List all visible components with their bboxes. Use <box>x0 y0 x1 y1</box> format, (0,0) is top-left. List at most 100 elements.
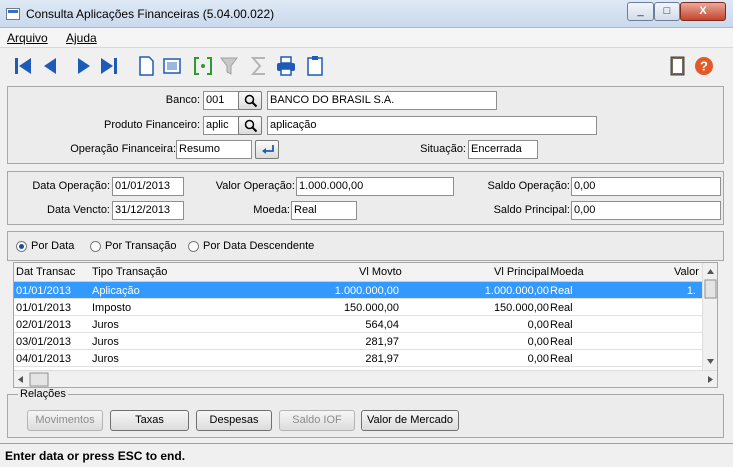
cell-vl-principal: 0,00 <box>527 336 549 348</box>
enter-icon <box>262 145 274 154</box>
status-text: Enter data or press ESC to end. <box>5 449 186 463</box>
toolbar: ? <box>0 50 733 82</box>
cell-vl-principal: 0,00 <box>527 319 549 331</box>
table-row[interactable]: 03/01/2013 Juros 281,97 0,00 Real <box>14 333 704 350</box>
produto-code-field[interactable]: aplic <box>203 116 243 135</box>
radio-label: Por Data Descendente <box>203 240 315 252</box>
menu-arquivo[interactable]: Arquivo <box>7 31 48 45</box>
search-icon <box>244 119 258 133</box>
banco-name-field[interactable]: BANCO DO BRASIL S.A. <box>267 91 497 110</box>
col-valor[interactable]: Valor <box>674 266 699 278</box>
data-vencto-label: Data Vencto: <box>47 204 110 216</box>
cell-valor: 1. <box>686 285 696 297</box>
print-icon[interactable] <box>275 54 297 78</box>
produto-name-field[interactable]: aplicação <box>267 116 597 135</box>
cell-vl-movto: 281,97 <box>365 336 399 348</box>
minimize-button[interactable]: _ <box>627 2 654 21</box>
valor-operacao-field[interactable]: 1.000.000,00 <box>296 177 454 196</box>
radio-por-data[interactable]: Por Data <box>16 240 74 252</box>
table-row[interactable]: 01/01/2013 Aplicação 1.000.000,00 1.000.000… <box>14 282 704 299</box>
bracket-select-icon[interactable] <box>192 54 214 78</box>
data-operacao-field[interactable]: 01/01/2013 <box>112 177 184 196</box>
cell-moeda: Real <box>550 336 573 348</box>
close-button[interactable]: X <box>680 2 726 21</box>
menu-bar: Arquivo Ajuda <box>0 28 733 48</box>
col-dat-transac[interactable]: Dat Transac <box>16 266 75 278</box>
banco-code-field[interactable]: 001 <box>203 91 243 110</box>
next-icon[interactable] <box>72 54 94 78</box>
vertical-scrollbar[interactable] <box>702 263 717 371</box>
valor-de-mercado-button[interactable]: Valor de Mercado <box>361 410 459 431</box>
radio-por-data-descendente[interactable]: Por Data Descendente <box>188 240 314 252</box>
cell-tipo: Juros <box>92 319 119 331</box>
menu-ajuda[interactable]: Ajuda <box>66 31 97 45</box>
saldo-principal-label: Saldo Principal: <box>493 204 570 216</box>
cell-moeda: Real <box>550 302 573 314</box>
operacao-field[interactable]: Resumo <box>176 140 252 159</box>
cell-moeda: Real <box>550 353 573 365</box>
clipboard-icon[interactable] <box>304 54 326 78</box>
cell-vl-principal: 0,00 <box>527 353 549 365</box>
cell-dat: 01/01/2013 <box>16 302 72 314</box>
cell-vl-movto: 564,04 <box>365 319 399 331</box>
produto-label: Produto Financeiro: <box>104 119 200 131</box>
cell-dat: 01/01/2013 <box>16 285 72 297</box>
cell-vl-movto: 1.000.000,00 <box>334 285 399 297</box>
first-icon[interactable] <box>12 54 34 78</box>
operacao-enter-button[interactable] <box>255 140 279 159</box>
help-icon[interactable]: ? <box>693 54 715 78</box>
grid-header: Dat Transac Tipo Transação Vl Movto Vl P… <box>14 263 717 282</box>
cell-vl-principal: 1.000.000,00 <box>484 285 549 297</box>
prev-icon[interactable] <box>40 54 62 78</box>
cell-tipo: Juros <box>92 336 119 348</box>
despesas-button[interactable]: Despesas <box>196 410 272 431</box>
details-panel: Data Operação: 01/01/2013 Valor Operação… <box>7 171 724 225</box>
maximize-button[interactable]: □ <box>654 2 680 21</box>
svg-text:?: ? <box>700 59 708 74</box>
saldo-principal-field[interactable]: 0,00 <box>571 201 721 220</box>
new-icon[interactable] <box>135 54 157 78</box>
app-icon <box>6 8 20 20</box>
saldo-iof-button[interactable]: Saldo IOF <box>279 410 355 431</box>
saldo-operacao-field[interactable]: 0,00 <box>571 177 721 196</box>
filter-icon[interactable] <box>218 54 240 78</box>
view-icon[interactable] <box>161 54 183 78</box>
col-vl-principal[interactable]: Vl Principal <box>494 266 549 278</box>
moeda-field[interactable]: Real <box>291 201 357 220</box>
status-bar: Enter data or press ESC to end. <box>0 443 733 467</box>
radio-label: Por Data <box>31 240 75 252</box>
valor-operacao-label: Valor Operação: <box>215 180 295 192</box>
transactions-grid[interactable]: Dat Transac Tipo Transação Vl Movto Vl P… <box>13 262 718 388</box>
cell-vl-principal: 150.000,00 <box>493 302 549 314</box>
col-vl-movto[interactable]: Vl Movto <box>359 266 402 278</box>
data-vencto-field[interactable]: 31/12/2013 <box>112 201 184 220</box>
radio-label: Por Transação <box>105 240 177 252</box>
cell-tipo: Aplicação <box>92 285 140 297</box>
sum-icon[interactable] <box>248 54 270 78</box>
cell-vl-movto: 150.000,00 <box>343 302 399 314</box>
banco-search-button[interactable] <box>238 91 262 110</box>
table-row[interactable]: 02/01/2013 Juros 564,04 0,00 Real <box>14 316 704 333</box>
sort-panel: Por Data Por Transação Por Data Descende… <box>7 231 724 261</box>
exit-door-icon[interactable] <box>667 54 689 78</box>
data-operacao-label: Data Operação: <box>32 180 110 192</box>
horizontal-scrollbar[interactable] <box>14 370 717 387</box>
radio-por-transacao[interactable]: Por Transação <box>90 240 177 252</box>
cell-dat: 04/01/2013 <box>16 353 72 365</box>
table-row[interactable]: 01/01/2013 Imposto 150.000,00 150.000,00 Rea… <box>14 299 704 316</box>
radio-dot <box>188 240 199 252</box>
produto-search-button[interactable] <box>238 116 262 135</box>
table-row[interactable]: 04/01/2013 Juros 281,97 0,00 Real <box>14 350 704 367</box>
last-icon[interactable] <box>98 54 120 78</box>
situacao-field[interactable]: Encerrada <box>468 140 538 159</box>
radio-dot <box>90 240 101 252</box>
cell-moeda: Real <box>550 319 573 331</box>
taxas-button[interactable]: Taxas <box>110 410 189 431</box>
saldo-operacao-label: Saldo Operação: <box>487 180 570 192</box>
movimentos-button[interactable]: Movimentos <box>27 410 103 431</box>
col-tipo-transacao[interactable]: Tipo Transação <box>92 266 167 278</box>
cell-tipo: Imposto <box>92 302 132 314</box>
search-icon <box>244 94 258 108</box>
col-moeda[interactable]: Moeda <box>550 266 584 278</box>
cell-tipo: Juros <box>92 353 119 365</box>
